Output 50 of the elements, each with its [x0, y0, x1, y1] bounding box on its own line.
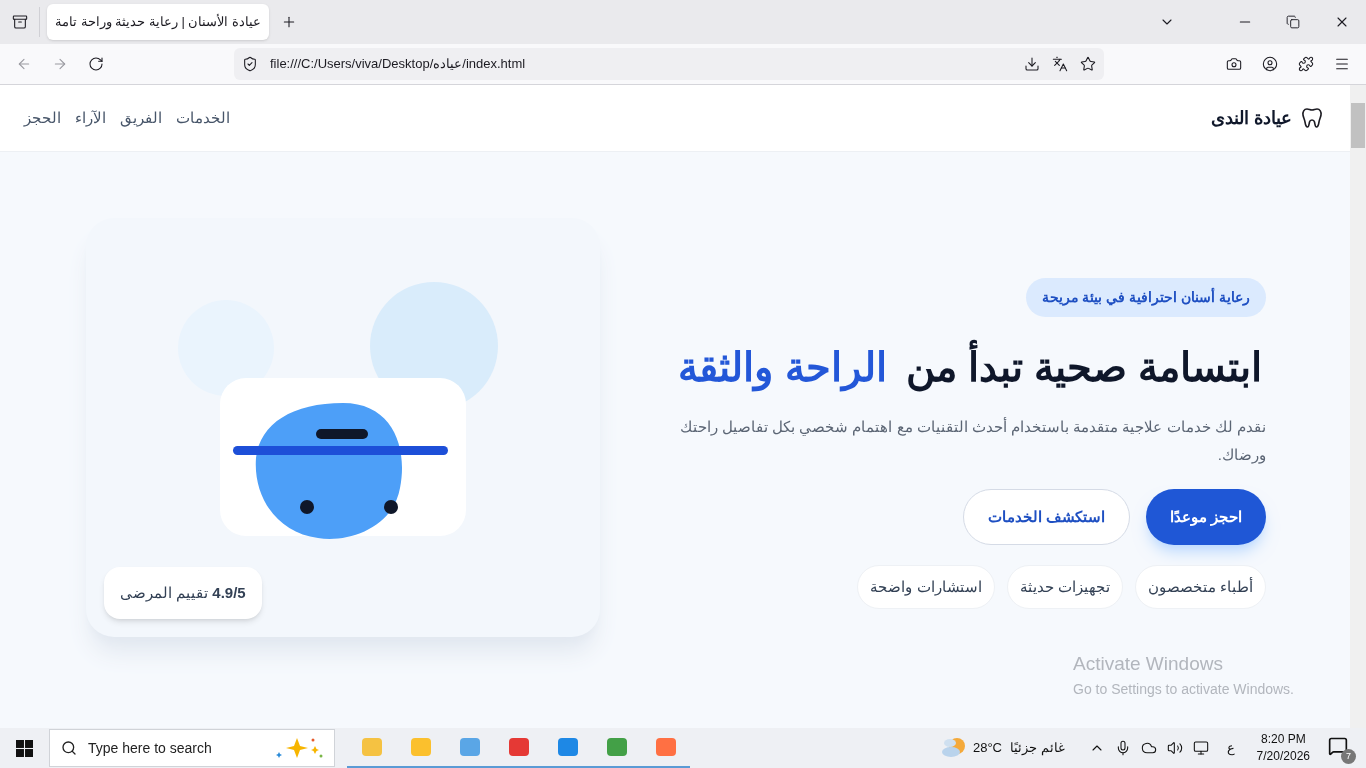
hero-headline: ابتسامة صحية تبدأ من: [901, 331, 1266, 403]
address-bar[interactable]: file:///C:/Users/viva/Desktop/عياده/index.html: [234, 48, 1104, 80]
camera-icon[interactable]: [1226, 56, 1242, 72]
book-appointment-button[interactable]: احجز موعدًا: [1145, 489, 1266, 545]
cloud-icon[interactable]: [1140, 740, 1157, 756]
notification-icon[interactable]: [1328, 736, 1348, 756]
nav-link[interactable]: الآراء: [75, 106, 106, 130]
feature-chip: تجهيزات حديثة: [1006, 565, 1123, 609]
network-icon[interactable]: [1192, 740, 1209, 756]
taskbar-search-field[interactable]: Type here to search: [49, 729, 335, 767]
weather-description: غائم جزئيًا: [1010, 739, 1065, 758]
headline-highlight: الراحة والثقة: [674, 331, 891, 403]
explore-services-button[interactable]: استكشف الخدمات: [962, 489, 1130, 545]
extensions-icon[interactable]: [1298, 56, 1314, 72]
clinic-logo-text: عيادة الندى: [1211, 106, 1292, 130]
tab-title: عيادة الأسنان | رعاية حديثة وراحة تامة: [55, 13, 262, 32]
nav-link[interactable]: الفريق: [120, 106, 162, 130]
restore-icon[interactable]: [1286, 15, 1300, 29]
hero-badge: رعاية أسنان احترافية في بيئة مريحة: [1025, 278, 1266, 317]
hero-description: نقدم لك خدمات علاجية متقدمة باستخدام أحدث التقنيات مع اهتمام شخصي بكل تفاصيل راحتك ورضاك.: [678, 416, 1266, 466]
language-indicator[interactable]: ع: [1226, 738, 1235, 758]
activation-title: Activate Windows: [1073, 652, 1224, 676]
account-icon[interactable]: [1262, 56, 1278, 72]
weather-icon: [940, 736, 967, 760]
nav-link[interactable]: الحجز: [24, 106, 61, 130]
browser-tab[interactable]: عيادة الأسنان | رعاية حديثة وراحة تامة: [47, 4, 269, 40]
sparkle-icon: [275, 736, 325, 760]
weather-temperature: 28°C: [972, 739, 1002, 758]
bookmark-star-icon[interactable]: [1080, 56, 1096, 72]
reload-icon[interactable]: [88, 56, 104, 72]
download-icon[interactable]: [1024, 56, 1040, 72]
feature-chip: أطباء متخصصون: [1134, 565, 1266, 609]
tab-list-icon[interactable]: [11, 14, 28, 30]
menu-icon[interactable]: [1334, 56, 1350, 72]
clock-time: 8:20 PM: [1260, 731, 1306, 748]
activation-subtitle: Go to Settings to activate Windows.: [1073, 679, 1294, 699]
nav-link[interactable]: الخدمات: [176, 106, 230, 130]
notification-count: 7: [1341, 749, 1356, 764]
tooth-logo-icon: [1300, 106, 1324, 130]
translate-icon[interactable]: [1052, 56, 1068, 72]
scrollbar[interactable]: [1350, 85, 1366, 728]
url-text: file:///C:/Users/viva/Desktop/عياده/index.html: [270, 55, 527, 74]
feature-chip: استشارات واضحة: [857, 565, 995, 609]
windows-start-icon[interactable]: [16, 739, 33, 757]
volume-icon[interactable]: [1166, 740, 1183, 756]
clock[interactable]: 8:20 PM 7/20/2026: [1256, 731, 1310, 765]
new-tab-icon[interactable]: [281, 14, 297, 30]
clock-date: 7/20/2026: [1256, 748, 1310, 765]
shield-icon: [242, 56, 258, 72]
search-icon: [61, 740, 77, 756]
